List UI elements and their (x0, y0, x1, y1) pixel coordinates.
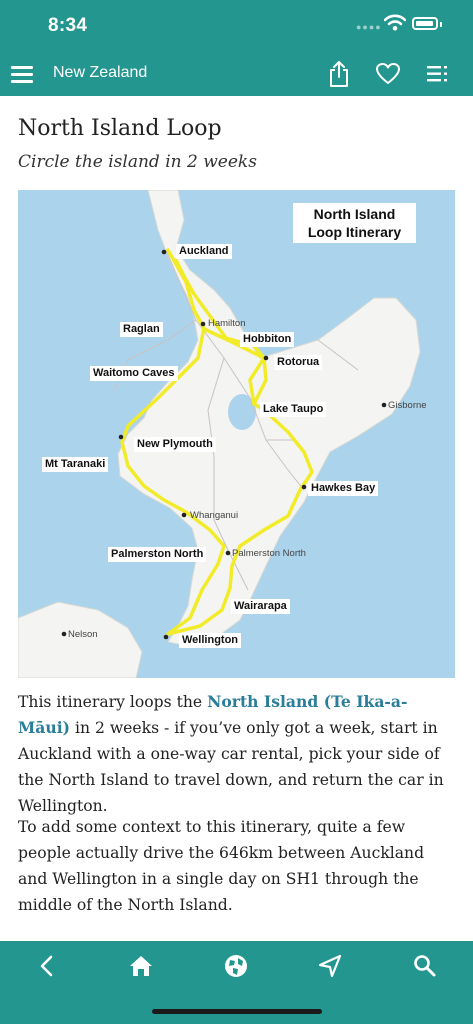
menu-icon[interactable] (11, 64, 33, 84)
town-dot (61, 631, 67, 637)
town-nelson: Nelson (68, 629, 98, 640)
label-hawkes-bay: Hawkes Bay (308, 481, 379, 496)
town-dot (200, 321, 206, 327)
north-island-land (117, 190, 421, 647)
heart-icon[interactable] (375, 62, 401, 86)
back-icon[interactable] (31, 951, 63, 981)
paragraph-intro: This itinerary loops the North Island (T… (18, 689, 458, 819)
page-title: North Island Loop (18, 116, 222, 141)
town-gisborne: Gisborne (388, 400, 427, 411)
town-dot (301, 484, 307, 490)
wifi-icon (384, 14, 406, 31)
status-time: 8:34 (48, 15, 88, 36)
south-island-land (18, 601, 143, 678)
label-lake-taupo: Lake Taupo (260, 402, 327, 417)
map-title-line2: Loop Itinerary (307, 224, 402, 240)
globe-icon[interactable] (220, 951, 252, 981)
label-waitomo-caves: Waitomo Caves (90, 366, 178, 381)
itinerary-map[interactable]: North Island Loop Itinerary Auckland Rag… (18, 190, 455, 678)
town-hamilton: Hamilton (208, 318, 246, 329)
map-title-line1: North Island (313, 206, 396, 222)
nav-bar: New Zealand (0, 52, 473, 96)
town-whanganui: Whanganui (190, 510, 239, 521)
nav-title: New Zealand (53, 64, 148, 81)
location-arrow-icon[interactable] (314, 951, 346, 981)
town-dot (163, 634, 169, 640)
label-palmerston-north: Palmerston North (108, 547, 207, 562)
town-dot (381, 402, 387, 408)
label-mt-taranaki: Mt Taranaki (42, 457, 109, 472)
intro-text-start: This itinerary loops the (18, 693, 208, 711)
intro-text-end: in 2 weeks - if you’ve only got a week, … (18, 719, 444, 815)
label-auckland: Auckland (176, 244, 232, 259)
town-dot (181, 512, 187, 518)
label-rotorua: Rotorua (274, 355, 323, 370)
map-title: North Island Loop Itinerary (293, 203, 416, 243)
label-new-plymouth: New Plymouth (134, 437, 216, 452)
top-bar: 8:34 ●●●● New Zealand (0, 0, 473, 96)
town-dot (225, 550, 231, 556)
signal-icon: ●●●● (356, 22, 382, 32)
search-icon[interactable] (409, 951, 441, 981)
town-palmerston-north: Palmerston North (232, 548, 306, 559)
label-wellington: Wellington (179, 633, 242, 648)
town-dot (161, 249, 167, 255)
home-indicator[interactable] (152, 1009, 322, 1014)
share-icon[interactable] (327, 60, 351, 88)
home-icon[interactable] (125, 951, 157, 981)
bottom-toolbar (0, 941, 473, 1024)
toc-list-icon[interactable] (427, 66, 451, 82)
battery-icon (412, 17, 442, 30)
label-wairarapa: Wairarapa (231, 599, 290, 614)
label-raglan: Raglan (120, 322, 163, 337)
article-content[interactable]: North Island Loop Circle the island in 2… (0, 96, 473, 938)
town-dot (118, 434, 124, 440)
status-bar: 8:34 ●●●● (0, 0, 473, 52)
page-subtitle: Circle the island in 2 weeks (18, 152, 257, 172)
label-hobbiton: Hobbiton (240, 332, 295, 347)
town-dot (263, 355, 269, 361)
paragraph-context: To add some context to this itinerary, q… (18, 818, 425, 914)
